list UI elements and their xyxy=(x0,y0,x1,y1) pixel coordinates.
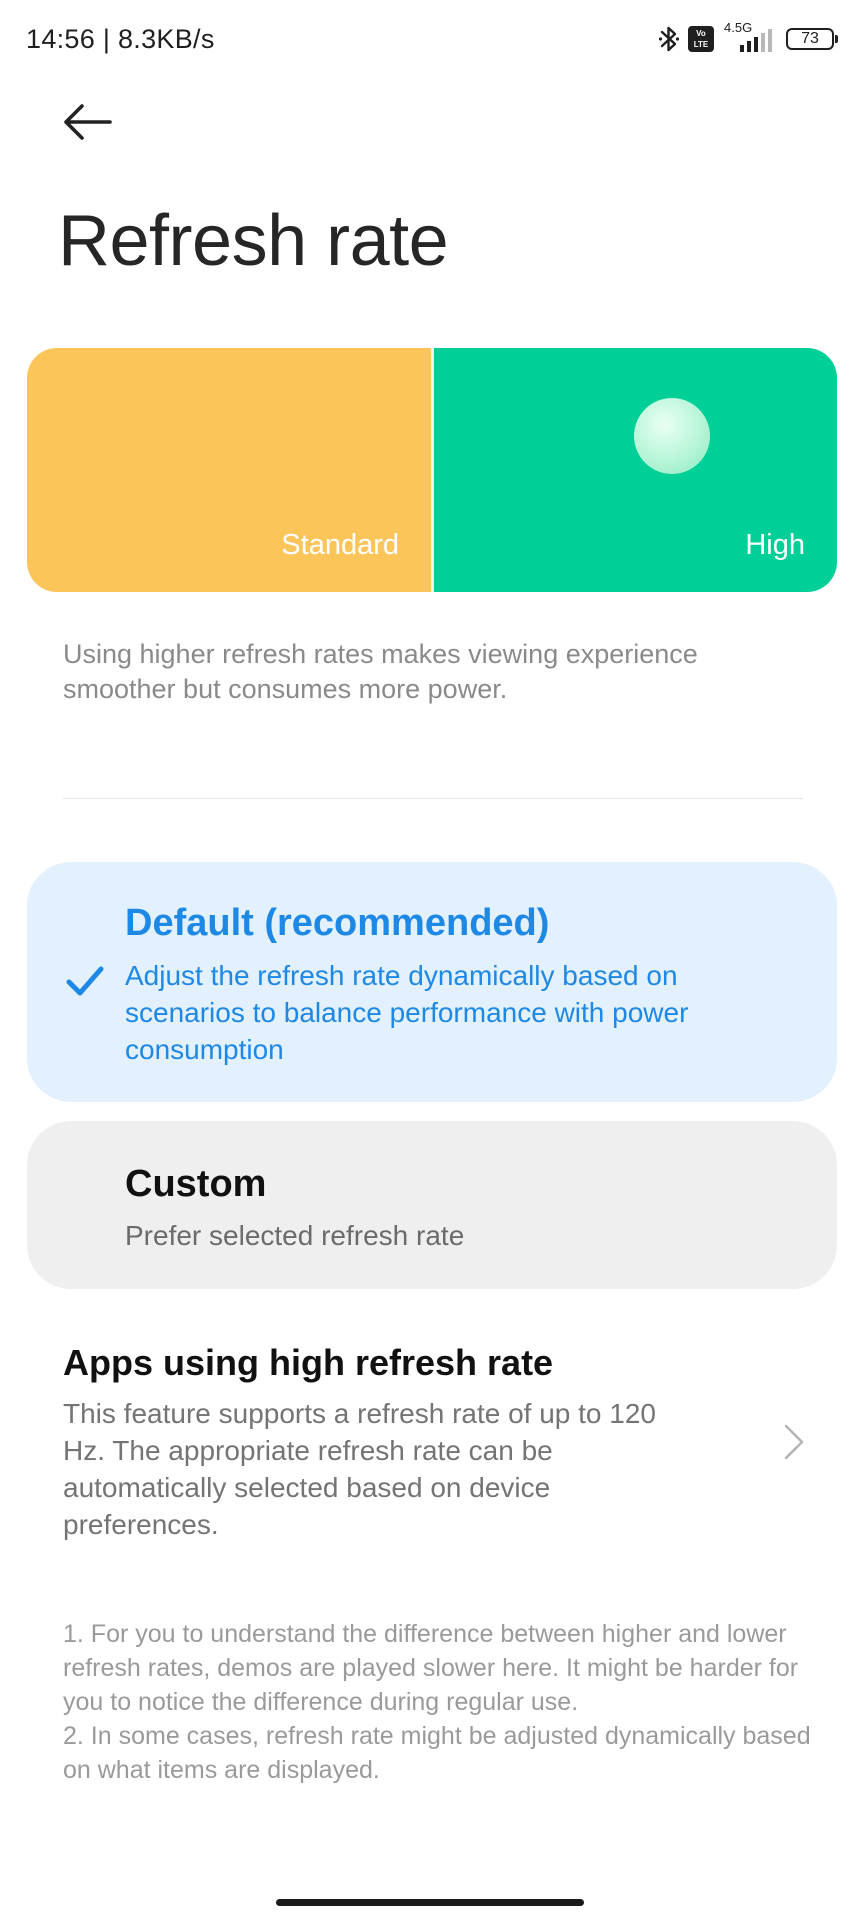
option-title: Default (recommended) xyxy=(125,902,550,944)
option-description: Prefer selected refresh rate xyxy=(125,1220,465,1251)
footnote: 1. For you to understand the difference … xyxy=(63,1617,823,1787)
battery-icon: 73 xyxy=(786,28,838,50)
footnote-line-1: 1. For you to understand the difference … xyxy=(63,1620,799,1716)
arrow-left-icon xyxy=(64,104,112,140)
volte-icon: Vo LTE xyxy=(688,26,714,52)
checkmark-icon xyxy=(66,966,104,996)
option-title: Custom xyxy=(125,1163,267,1205)
apps-row-title: Apps using high refresh rate xyxy=(63,1342,554,1383)
status-bar: 14:56 | 8.3KB/s Vo LTE 4.5G 73 xyxy=(0,0,864,80)
standard-label: Standard xyxy=(281,529,399,561)
high-label: High xyxy=(745,529,805,561)
preview-standard[interactable]: Standard xyxy=(27,348,431,592)
option-custom[interactable]: Custom Prefer selected refresh rate xyxy=(27,1121,837,1289)
status-icons: Vo LTE 4.5G 73 xyxy=(658,20,838,54)
divider xyxy=(63,798,803,799)
preview-high[interactable]: High xyxy=(434,348,837,592)
footnote-line-2: 2. In some cases, refresh rate might be … xyxy=(63,1722,811,1784)
refresh-rate-description: Using higher refresh rates makes viewing… xyxy=(63,639,698,704)
chevron-right-icon xyxy=(784,1424,804,1460)
page-title: Refresh rate xyxy=(58,201,449,281)
demo-ball xyxy=(634,398,710,474)
home-indicator[interactable] xyxy=(276,1899,584,1906)
option-description: Adjust the refresh rate dynamically base… xyxy=(125,960,689,1065)
apps-row-description: This feature supports a refresh rate of … xyxy=(63,1398,657,1540)
battery-level: 73 xyxy=(801,30,819,47)
status-time: 14:56 | 8.3KB/s xyxy=(26,24,215,54)
option-default[interactable]: Default (recommended) Adjust the refresh… xyxy=(27,862,837,1102)
refresh-rate-preview: Standard High xyxy=(27,348,837,592)
back-button[interactable] xyxy=(60,100,116,144)
volte-line2: LTE xyxy=(693,40,709,49)
apps-high-refresh-row[interactable]: Apps using high refresh rate This featur… xyxy=(0,1338,864,1548)
volte-line1: Vo xyxy=(696,29,706,38)
signal-icon: 4.5G xyxy=(722,20,778,54)
bluetooth-icon xyxy=(658,26,680,52)
